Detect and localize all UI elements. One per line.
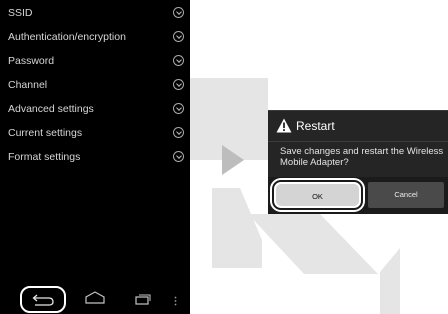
overflow-menu-button[interactable] bbox=[174, 293, 177, 306]
chevron-down-icon bbox=[173, 55, 184, 66]
dialog-message: Save changes and restart the Wireless Mo… bbox=[280, 146, 444, 168]
chevron-down-icon bbox=[173, 79, 184, 90]
dialog-title: Restart bbox=[296, 119, 335, 133]
back-button[interactable] bbox=[20, 286, 66, 313]
recent-apps-icon bbox=[135, 294, 151, 305]
menu-item-password[interactable]: Password bbox=[0, 50, 190, 74]
navigation-bar bbox=[0, 280, 190, 314]
menu-item-label: Password bbox=[8, 55, 55, 67]
menu-item-label: Advanced settings bbox=[8, 103, 94, 115]
chevron-down-icon bbox=[173, 103, 184, 114]
chevron-down-icon bbox=[173, 7, 184, 18]
menu-item-current-settings[interactable]: Current settings bbox=[0, 122, 190, 146]
menu-item-channel[interactable]: Channel bbox=[0, 74, 190, 98]
menu-item-label: Channel bbox=[8, 79, 48, 91]
menu-item-label: Authentication/encryption bbox=[8, 31, 126, 43]
home-button[interactable] bbox=[84, 289, 106, 305]
recent-apps-button[interactable] bbox=[135, 292, 151, 305]
dialog-divider bbox=[268, 141, 448, 142]
overflow-menu-icon bbox=[174, 296, 177, 306]
ok-button[interactable]: OK bbox=[274, 182, 361, 208]
menu-item-format-settings[interactable]: Format settings bbox=[0, 146, 190, 170]
cancel-button[interactable]: Cancel bbox=[368, 182, 444, 208]
menu-item-label: Format settings bbox=[8, 151, 81, 163]
phone-screen: SSID Authentication/encryption Password … bbox=[0, 0, 190, 314]
menu-item-ssid[interactable]: SSID bbox=[0, 2, 190, 26]
home-icon bbox=[85, 291, 105, 304]
arrow-right-icon bbox=[222, 145, 244, 175]
menu-item-authentication[interactable]: Authentication/encryption bbox=[0, 26, 190, 50]
chevron-down-icon bbox=[173, 127, 184, 138]
chevron-down-icon bbox=[173, 31, 184, 42]
menu-item-label: SSID bbox=[8, 7, 33, 19]
menu-item-advanced-settings[interactable]: Advanced settings bbox=[0, 98, 190, 122]
back-icon bbox=[32, 294, 54, 306]
menu-item-label: Current settings bbox=[8, 127, 83, 139]
warning-icon bbox=[276, 118, 292, 133]
dialog-button-bar: OK Cancel bbox=[268, 177, 448, 214]
restart-dialog: Restart Save changes and restart the Wir… bbox=[268, 110, 448, 214]
chevron-down-icon bbox=[173, 151, 184, 162]
